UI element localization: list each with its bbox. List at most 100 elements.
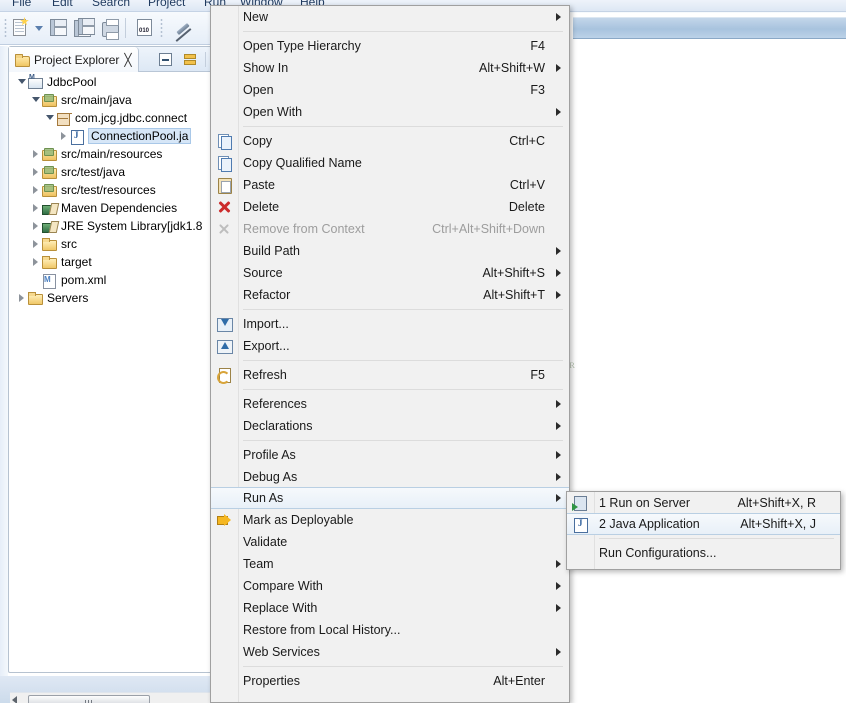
folder-icon: [41, 255, 57, 270]
menu-item-paste[interactable]: Paste Ctrl+V: [211, 174, 569, 196]
save-icon: [50, 19, 67, 36]
link-with-editor-button[interactable]: [181, 51, 199, 68]
save-all-button[interactable]: [74, 17, 96, 39]
menu-separator: [599, 538, 834, 539]
menu-item-profile-as[interactable]: Profile As: [211, 444, 569, 466]
menu-item-team[interactable]: Team: [211, 553, 569, 575]
chevron-down-icon[interactable]: [44, 109, 55, 127]
menu-item-replace-with[interactable]: Replace With: [211, 597, 569, 619]
menu-item-import[interactable]: Import...: [211, 313, 569, 335]
menu-item-refresh[interactable]: Refresh F5: [211, 364, 569, 386]
menu-item-build-path[interactable]: Build Path: [211, 240, 569, 262]
chevron-right-icon[interactable]: [30, 181, 41, 199]
menu-item-label: Refactor: [243, 288, 291, 302]
chevron-right-icon: [551, 601, 561, 615]
menubar-item-search[interactable]: Search: [92, 0, 130, 9]
menu-item-show-in[interactable]: Show In Alt+Shift+W: [211, 57, 569, 79]
chevron-right-icon[interactable]: [30, 217, 41, 235]
chevron-right-icon[interactable]: [58, 127, 69, 145]
editor-active-tab[interactable]: [573, 17, 846, 39]
chevron-right-icon[interactable]: [30, 145, 41, 163]
menu-item-run-as[interactable]: Run As: [211, 487, 569, 509]
tree-item-connectionpool-ja[interactable]: ConnectionPool.ja: [10, 127, 214, 145]
menu-item-debug-as[interactable]: Debug As: [211, 466, 569, 488]
menu-item-open-with[interactable]: Open With: [211, 101, 569, 123]
menu-item-copy[interactable]: Copy Ctrl+C: [211, 130, 569, 152]
tree-item-src-test-java[interactable]: src/test/java: [10, 163, 214, 181]
tree-item-src-main-resources[interactable]: src/main/resources: [10, 145, 214, 163]
menu-item-compare-with[interactable]: Compare With: [211, 575, 569, 597]
tree-item-pom-xml[interactable]: pom.xml: [10, 271, 214, 289]
chevron-right-icon: [551, 419, 561, 433]
library-icon: [41, 201, 57, 216]
menu-item-references[interactable]: References: [211, 393, 569, 415]
tree-item-src-main-java[interactable]: src/main/java: [10, 91, 214, 109]
menu-item-label: Delete: [243, 200, 280, 214]
chevron-right-icon[interactable]: [30, 235, 41, 253]
menu-item-web-services[interactable]: Web Services: [211, 641, 569, 663]
menu-item-shortcut: Ctrl+C: [509, 134, 545, 148]
scroll-left-icon[interactable]: [12, 696, 17, 703]
tree-item-servers[interactable]: Servers: [10, 289, 214, 307]
toolbar-drag-handle-2[interactable]: [160, 18, 163, 38]
project-explorer-hscrollbar[interactable]: [10, 692, 214, 703]
run-on-server-icon: [572, 495, 589, 511]
menu-item-validate[interactable]: Validate: [211, 531, 569, 553]
chevron-right-icon[interactable]: [30, 253, 41, 271]
menu-item-1-run-on-server[interactable]: 1 Run on Server Alt+Shift+X, R: [567, 492, 840, 514]
menu-item-run-configurations[interactable]: Run Configurations...: [567, 542, 840, 564]
menu-item-refactor[interactable]: Refactor Alt+Shift+T: [211, 284, 569, 306]
chevron-right-icon: [551, 288, 561, 302]
tree-item-src-test-resources[interactable]: src/test/resources: [10, 181, 214, 199]
menu-item-shortcut: F4: [530, 39, 545, 53]
toggle-breakpoint-button[interactable]: 010: [134, 17, 156, 39]
menu-item-properties[interactable]: Properties Alt+Enter: [211, 670, 569, 692]
menu-item-label: Team: [243, 557, 274, 571]
tree-item-src[interactable]: src: [10, 235, 214, 253]
tree-item-jre-system-library[interactable]: JRE System Library [jdk1.8: [10, 217, 214, 235]
menu-item-2-java-application[interactable]: 2 Java Application Alt+Shift+X, J: [567, 513, 840, 535]
collapse-all-button[interactable]: [157, 51, 175, 68]
menu-item-open[interactable]: Open F3: [211, 79, 569, 101]
menu-item-export[interactable]: Export...: [211, 335, 569, 357]
menu-item-label: Refresh: [243, 368, 287, 382]
menu-item-label: Open Type Hierarchy: [243, 39, 361, 53]
save-button[interactable]: [48, 17, 70, 39]
menu-item-label: Validate: [243, 535, 288, 549]
menu-item-new[interactable]: New: [211, 6, 569, 28]
toolbar-drag-handle[interactable]: [4, 18, 7, 38]
chevron-down-icon[interactable]: [30, 91, 41, 109]
chevron-down-icon[interactable]: [16, 73, 27, 91]
tree-item-com-jcg-jdbc-connect[interactable]: com.jcg.jdbc.connect: [10, 109, 214, 127]
chevron-right-icon[interactable]: [30, 163, 41, 181]
menu-item-source[interactable]: Source Alt+Shift+S: [211, 262, 569, 284]
menu-item-restore-from-local-history[interactable]: Restore from Local History...: [211, 619, 569, 641]
menu-item-mark-as-deployable[interactable]: Mark as Deployable: [211, 509, 569, 531]
menu-item-open-type-hierarchy[interactable]: Open Type Hierarchy F4: [211, 35, 569, 57]
tree-item-maven-dependencies[interactable]: Maven Dependencies: [10, 199, 214, 217]
menu-item-copy-qualified-name[interactable]: Copy Qualified Name: [211, 152, 569, 174]
print-button[interactable]: [100, 17, 122, 40]
folder-icon: [27, 291, 43, 306]
close-icon[interactable]: ╳: [124, 54, 131, 66]
skip-breakpoints-button[interactable]: [172, 17, 194, 39]
java-application-icon: [572, 517, 589, 533]
menubar-item-edit[interactable]: Edit: [52, 0, 73, 9]
new-wizard-button[interactable]: [10, 17, 32, 39]
tree-item-label: ConnectionPool.ja: [87, 128, 192, 144]
chevron-right-icon: [551, 244, 561, 258]
menubar-item-project[interactable]: Project: [148, 0, 185, 9]
menubar-item-file[interactable]: File: [12, 0, 31, 9]
menu-item-declarations[interactable]: Declarations: [211, 415, 569, 437]
new-wizard-dropdown[interactable]: [34, 17, 46, 39]
chevron-right-icon[interactable]: [16, 289, 27, 307]
chevron-right-icon[interactable]: [30, 199, 41, 217]
context-menu-items: New Open Type Hierarchy F4 Show In Alt+Shift…: [211, 6, 569, 692]
menu-item-delete[interactable]: Delete Delete: [211, 196, 569, 218]
scrollbar-thumb[interactable]: [28, 695, 150, 703]
project-tree[interactable]: JdbcPool src/main/java com.jcg.jdbc.connec…: [10, 73, 214, 646]
tree-item-target[interactable]: target: [10, 253, 214, 271]
tree-item-jdbcpool[interactable]: JdbcPool: [10, 73, 214, 91]
tab-project-explorer[interactable]: Project Explorer ╳: [9, 47, 139, 72]
package-icon: [55, 111, 71, 126]
